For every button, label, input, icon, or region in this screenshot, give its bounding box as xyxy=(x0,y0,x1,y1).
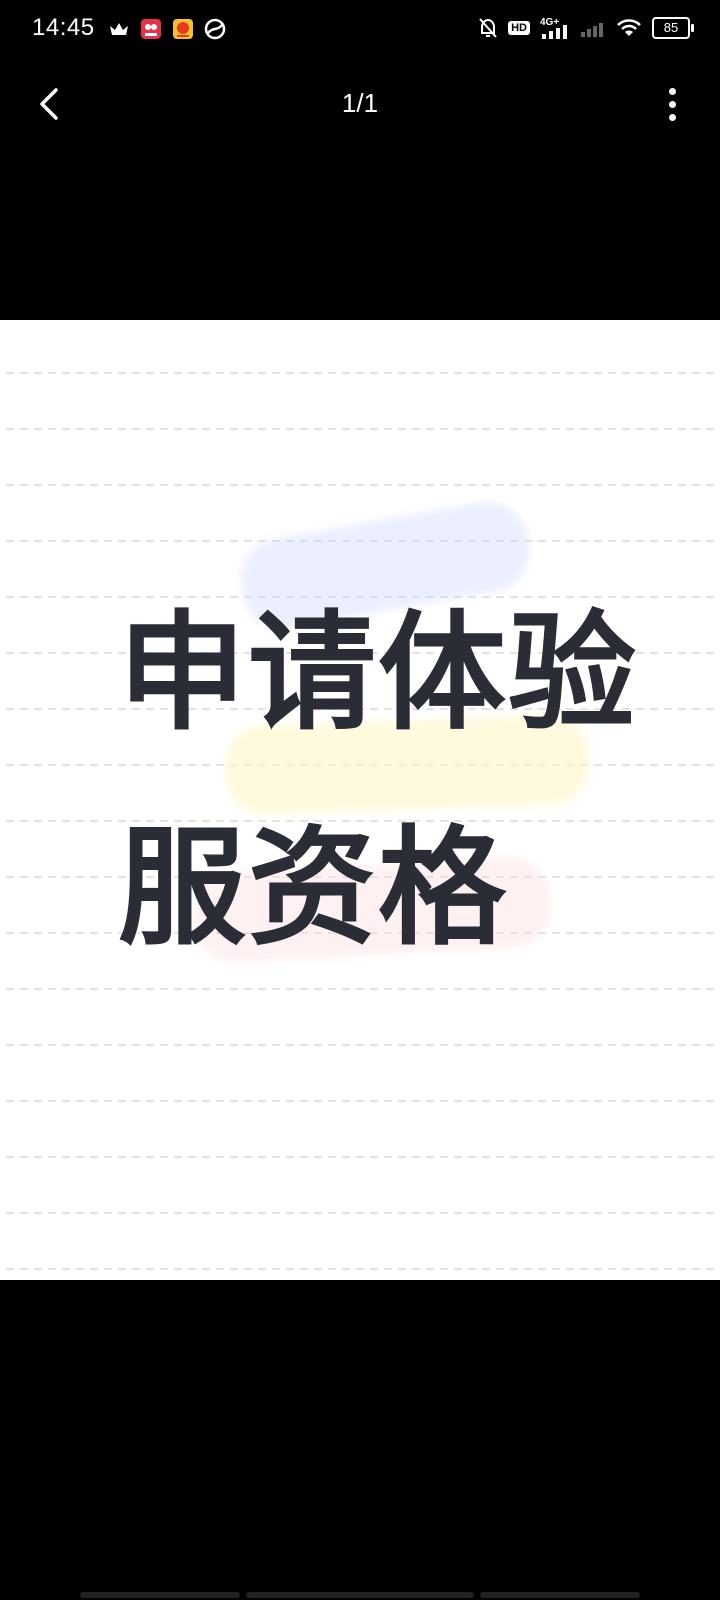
battery-indicator: 85 xyxy=(652,17,694,39)
status-bar: 14:45 HD 4G+ 85 xyxy=(0,0,720,60)
app-icon-orange xyxy=(173,19,193,39)
wifi-icon xyxy=(617,19,641,36)
app-icon-red xyxy=(141,19,161,39)
notification-icons xyxy=(108,18,226,40)
status-time: 14:45 xyxy=(32,14,95,41)
crown-icon xyxy=(110,23,128,35)
status-right-icons: HD 4G+ 85 xyxy=(478,16,694,40)
viewer-toolbar: 1/1 xyxy=(0,70,720,140)
image-title-line-1: 申请体验 xyxy=(118,599,639,748)
more-options-button[interactable] xyxy=(664,88,680,122)
bell-off-icon xyxy=(479,18,497,38)
signal-icon xyxy=(581,23,603,37)
more-vertical-icon xyxy=(668,88,676,95)
gesture-bar xyxy=(0,1590,720,1600)
displayed-image[interactable]: 申请体验 服资格 xyxy=(0,320,720,1280)
signal-4g-icon: 4G+ xyxy=(540,17,567,39)
hd-icon: HD xyxy=(508,21,530,35)
svg-text:4G+: 4G+ xyxy=(540,17,559,28)
page-counter: 1/1 xyxy=(341,88,379,118)
image-viewer-screen: 14:45 HD 4G+ 85 1/1 申请体验 服资格 xyxy=(0,0,720,1600)
image-title-line-2: 服资格 xyxy=(118,814,509,963)
app-icon-swirl xyxy=(204,18,226,40)
